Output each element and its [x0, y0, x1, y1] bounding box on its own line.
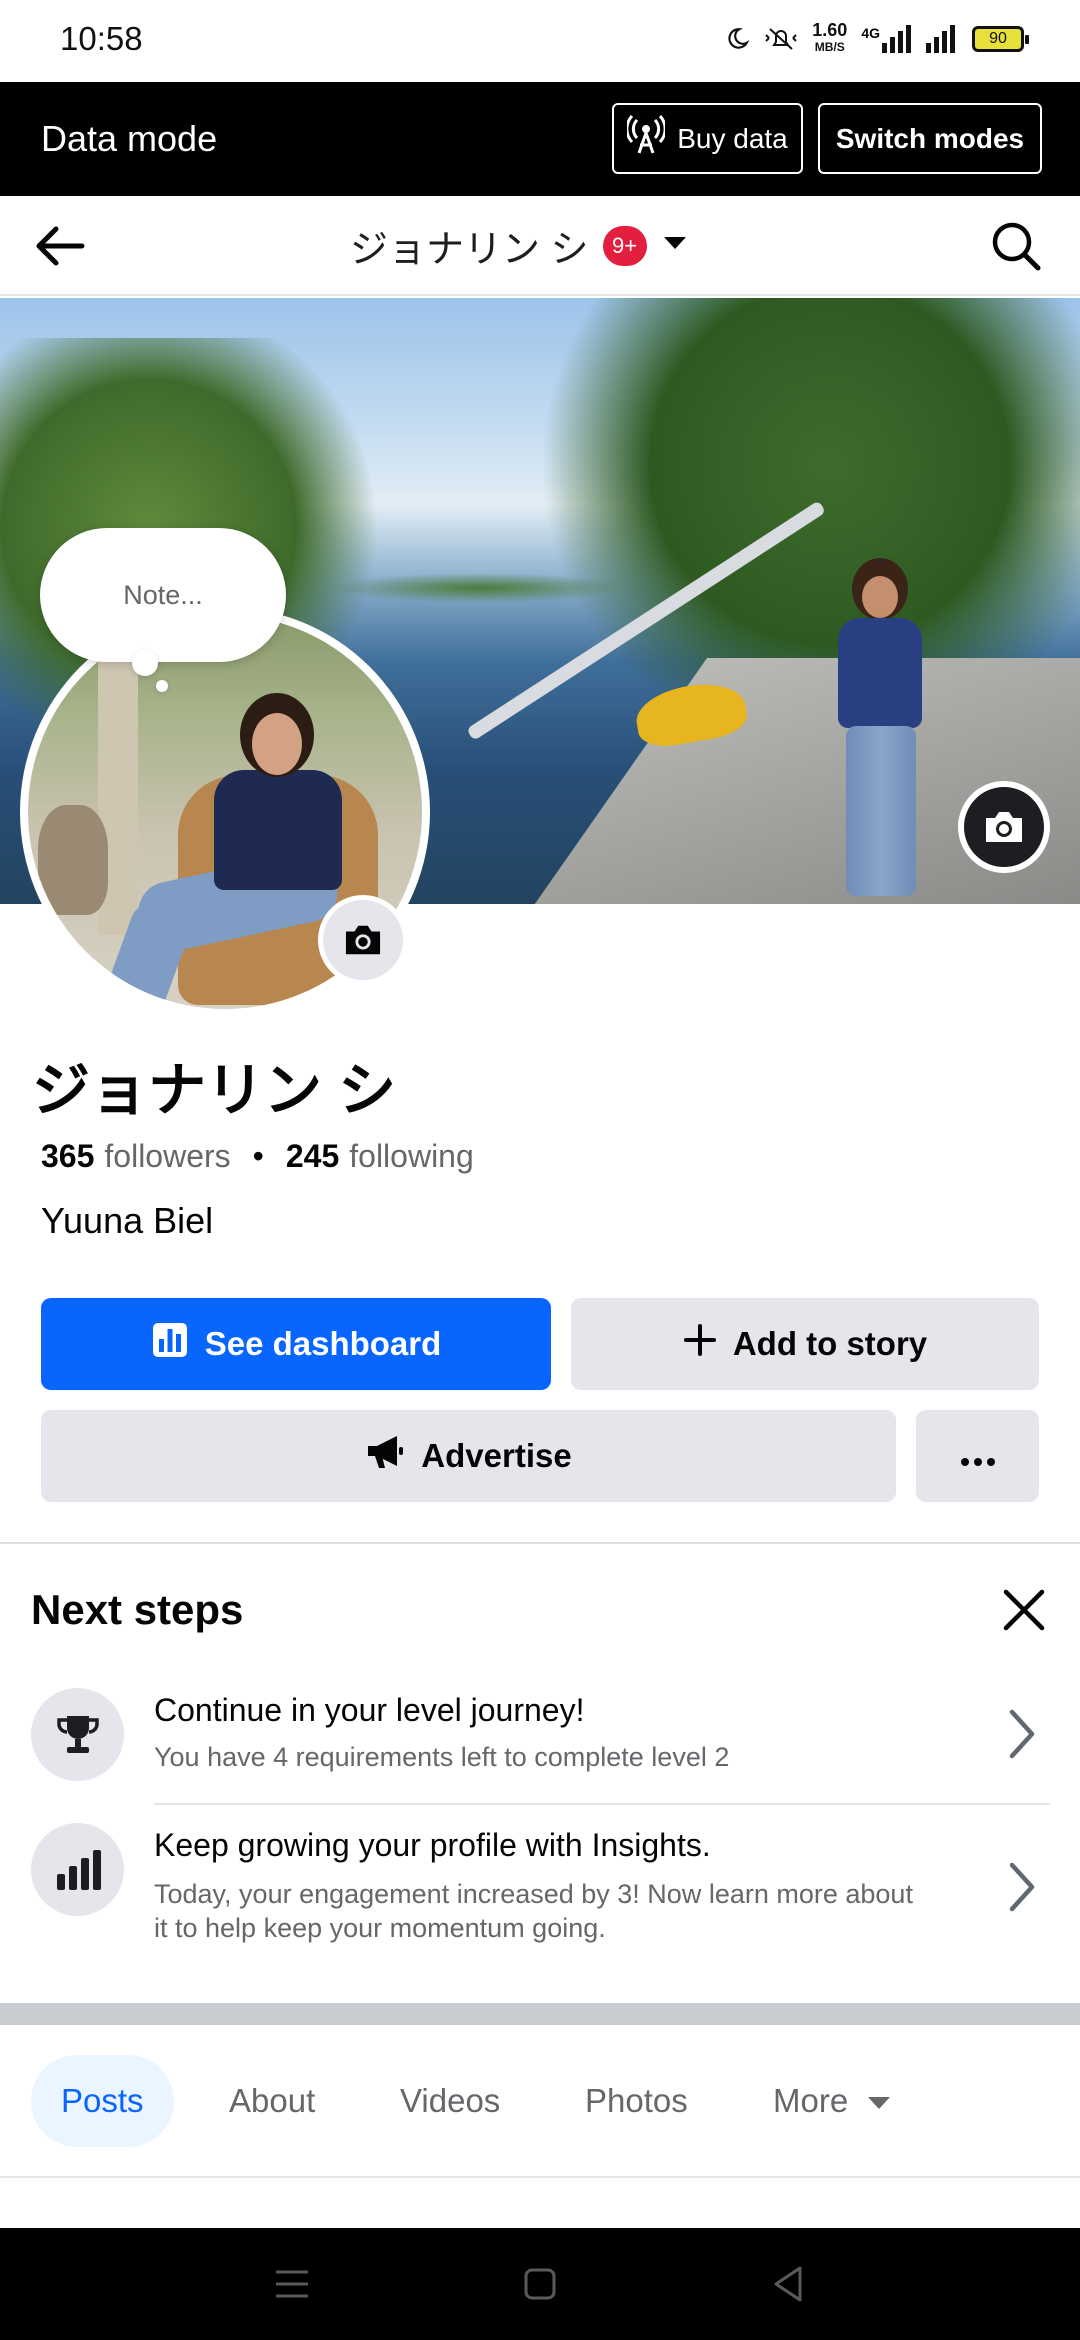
trophy-icon — [31, 1688, 124, 1781]
cover-person — [820, 558, 940, 898]
tab-about[interactable]: About — [229, 2055, 315, 2147]
home-icon[interactable] — [514, 2258, 566, 2310]
more-options-button[interactable] — [916, 1410, 1039, 1502]
profile-tabs: Posts About Videos Photos More — [0, 2025, 1080, 2177]
see-dashboard-label: See dashboard — [204, 1325, 442, 1362]
status-icons: 1.60 MB/S 4G 90 — [724, 20, 1029, 56]
note-bubble-tail-small — [156, 680, 168, 692]
tab-videos[interactable]: Videos — [400, 2055, 500, 2147]
megaphone-icon — [365, 1433, 405, 1479]
next-steps-title: Next steps — [31, 1586, 244, 1633]
data-mode-title: Data mode — [41, 118, 218, 159]
dashboard-icon — [151, 1321, 189, 1367]
cover-walkway — [412, 658, 1080, 904]
chevron-right-icon — [1002, 1704, 1042, 1764]
switch-modes-button[interactable]: Switch modes — [818, 103, 1042, 174]
system-nav-bar — [0, 2228, 1080, 2340]
nav-title: ジョナリン シ — [350, 229, 589, 271]
advertise-button[interactable]: Advertise — [41, 1410, 896, 1502]
next-step-subtitle: Today, your engagement increased by 3! N… — [154, 1879, 913, 1943]
data-mode-bar: Data mode Buy data Switch modes — [0, 82, 1080, 196]
search-icon[interactable] — [986, 216, 1046, 276]
next-step-title: Keep growing your profile with Insights. — [154, 1827, 711, 1863]
net-speed-unit: MB/S — [814, 40, 845, 54]
add-to-story-label: Add to story — [732, 1325, 928, 1362]
caret-down-icon — [661, 233, 689, 258]
section-divider — [0, 1542, 1080, 1544]
net-speed-value: 1.60 — [812, 20, 848, 40]
buy-data-label: Buy data — [677, 122, 788, 154]
status-time: 10:58 — [60, 20, 143, 57]
advertise-label: Advertise — [421, 1437, 572, 1474]
signal-icon — [926, 25, 958, 53]
plus-icon — [683, 1323, 717, 1365]
note-bubble[interactable]: Note... — [40, 528, 286, 662]
buy-data-button[interactable]: Buy data — [612, 103, 803, 174]
page-switcher[interactable]: ジョナリン シ 9+ — [350, 218, 689, 273]
following-count: 245 — [285, 1138, 340, 1174]
next-step-level-journey[interactable]: Continue in your level journey! You have… — [0, 1688, 1080, 1803]
next-step-title: Continue in your level journey! — [154, 1692, 585, 1728]
battery-icon: 90 — [972, 26, 1029, 52]
follow-stats[interactable]: 365 followers • 245 following — [41, 1138, 474, 1175]
antenna-icon — [625, 114, 667, 162]
stats-separator: • — [252, 1138, 264, 1174]
status-bar: 10:58 1.60 MB/S 4G 90 — [0, 0, 1080, 82]
profile-bio: Yuuna Biel — [41, 1200, 214, 1241]
avatar-camera-icon[interactable] — [318, 895, 408, 985]
section-divider-thick — [0, 2003, 1080, 2025]
tab-posts[interactable]: Posts — [31, 2055, 174, 2147]
notification-badge: 9+ — [602, 225, 647, 266]
followers-count: 365 — [41, 1138, 95, 1174]
ellipsis-icon — [960, 1437, 996, 1475]
menu-icon[interactable] — [266, 2258, 318, 2310]
note-bubble-tail — [132, 650, 158, 676]
followers-label: followers — [104, 1138, 231, 1174]
next-steps-separator — [154, 1803, 1050, 1805]
close-icon[interactable] — [998, 1584, 1050, 1636]
network-type: 4G — [861, 25, 880, 41]
tab-photos[interactable]: Photos — [585, 2055, 688, 2147]
next-step-insights[interactable]: Keep growing your profile with Insights.… — [0, 1823, 1080, 1983]
net-speed: 1.60 MB/S — [812, 20, 848, 56]
profile-name: ジョナリン シ — [32, 1058, 397, 1123]
tabs-divider — [0, 2176, 1080, 2178]
back-triangle-icon[interactable] — [762, 2258, 814, 2310]
cover-shore — [330, 573, 630, 603]
tab-more-label: More — [773, 2082, 849, 2119]
bar-chart-icon — [31, 1823, 124, 1916]
following-label: following — [349, 1138, 474, 1174]
back-arrow-icon[interactable] — [30, 216, 90, 276]
add-to-story-button[interactable]: Add to story — [571, 1298, 1039, 1390]
next-step-subtitle: You have 4 requirements left to complete… — [154, 1742, 730, 1772]
signal-4g-icon: 4G — [861, 25, 912, 53]
caret-down-icon — [866, 2082, 892, 2120]
moon-icon — [724, 26, 750, 52]
top-nav: ジョナリン シ 9+ — [0, 196, 1080, 296]
tab-more[interactable]: More — [773, 2055, 892, 2147]
mute-bell-icon — [764, 25, 798, 53]
cover-camera-icon[interactable] — [958, 781, 1050, 873]
chevron-right-icon — [1002, 1857, 1042, 1917]
see-dashboard-button[interactable]: See dashboard — [41, 1298, 551, 1390]
